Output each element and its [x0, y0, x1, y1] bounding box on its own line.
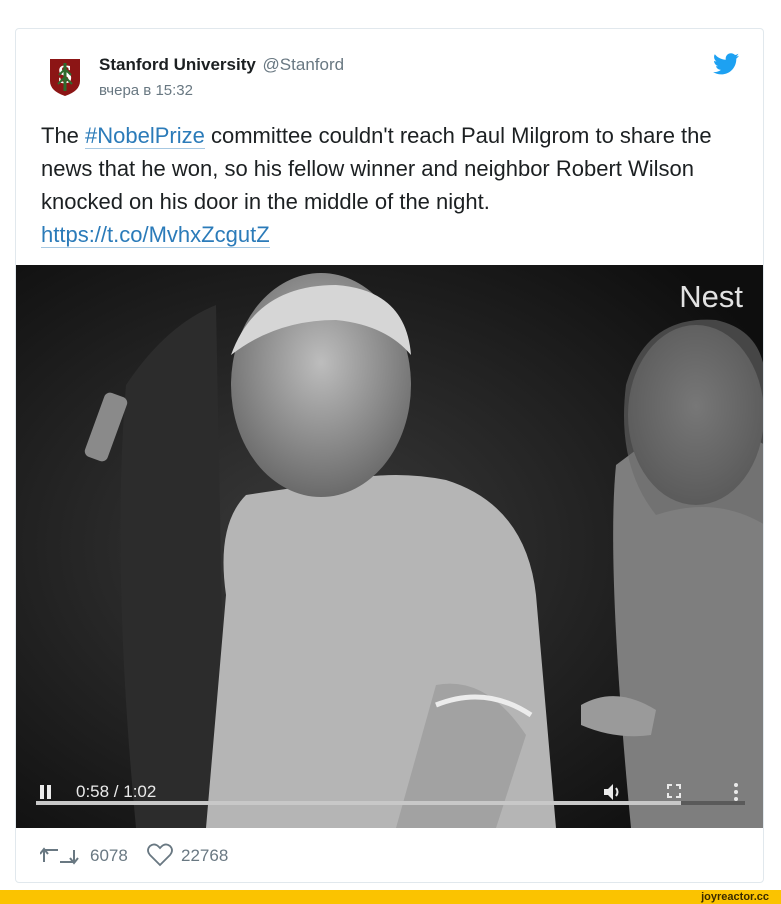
video-frame-image — [16, 265, 763, 828]
tweet-timestamp[interactable]: вчера в 15:32 — [99, 82, 193, 99]
volume-icon[interactable] — [603, 782, 625, 802]
video-controls: 0:58 / 1:02 — [16, 780, 763, 804]
video-player[interactable]: Nest 0:58 / 1:02 — [16, 265, 763, 828]
twitter-bird-icon[interactable] — [713, 53, 739, 75]
pause-icon[interactable] — [40, 785, 52, 799]
author-name[interactable]: Stanford University @Stanford — [99, 55, 344, 75]
tweet-text: The #NobelPrize committee couldn't reach… — [41, 119, 741, 251]
tweet-url-link[interactable]: https://t.co/MvhxZcgutZ — [41, 222, 270, 248]
fullscreen-icon[interactable] — [667, 784, 681, 798]
heart-icon[interactable] — [147, 843, 173, 867]
retweet-count[interactable]: 6078 — [90, 846, 128, 866]
footer-bar: joyreactor.cc — [0, 890, 781, 904]
video-timecode: 0:58 / 1:02 — [76, 782, 157, 801]
author-handle[interactable]: @Stanford — [263, 55, 345, 74]
tweet-text-start: The — [41, 123, 86, 148]
retweet-icon[interactable] — [40, 845, 80, 867]
author-display-name[interactable]: Stanford University — [99, 55, 256, 74]
hashtag-link[interactable]: #NobelPrize — [85, 123, 205, 149]
more-options-icon[interactable] — [733, 782, 739, 802]
like-count[interactable]: 22768 — [181, 846, 228, 866]
tweet-card: S Stanford University @Stanford вчера в … — [15, 28, 764, 883]
footer-site-link[interactable]: joyreactor.cc — [701, 890, 769, 904]
stanford-logo-icon[interactable]: S — [48, 57, 82, 97]
nest-watermark: Nest — [679, 279, 743, 314]
